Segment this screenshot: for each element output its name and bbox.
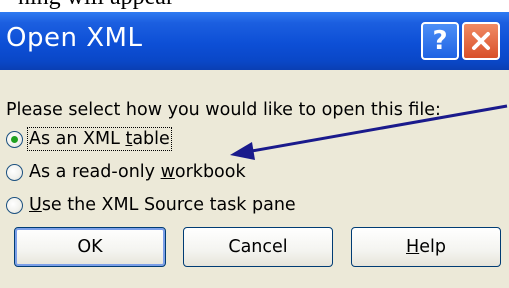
close-x-glyph <box>472 32 490 50</box>
close-icon[interactable] <box>462 22 500 60</box>
radio-xml-source-pane-label: Use the XML Source task pane <box>29 195 296 215</box>
help-glyph: ? <box>432 26 448 56</box>
open-xml-dialog: Open XML ? Please select how you would l… <box>0 12 509 288</box>
help-button[interactable]: Help <box>351 227 501 267</box>
radio-xml-source-pane[interactable]: Use the XML Source task pane <box>6 192 296 218</box>
radio-read-only-workbook[interactable]: As a read-only workbook <box>6 159 246 185</box>
caption-text: ning will appear <box>18 0 174 11</box>
radio-xml-table-label: As an XML table <box>27 127 172 151</box>
window-title: Open XML <box>6 23 143 53</box>
radio-button-icon[interactable] <box>6 163 23 181</box>
cancel-button[interactable]: Cancel <box>183 227 333 267</box>
annotation-arrow-icon <box>230 104 508 160</box>
radio-button-checked-icon[interactable] <box>6 130 23 148</box>
radio-read-only-workbook-label: As a read-only workbook <box>29 162 246 182</box>
radio-button-icon[interactable] <box>6 196 23 214</box>
help-icon[interactable]: ? <box>421 22 459 60</box>
title-bar[interactable]: Open XML ? <box>0 12 509 70</box>
radio-xml-table[interactable]: As an XML table <box>6 126 172 152</box>
ok-button[interactable]: OK <box>14 227 166 267</box>
